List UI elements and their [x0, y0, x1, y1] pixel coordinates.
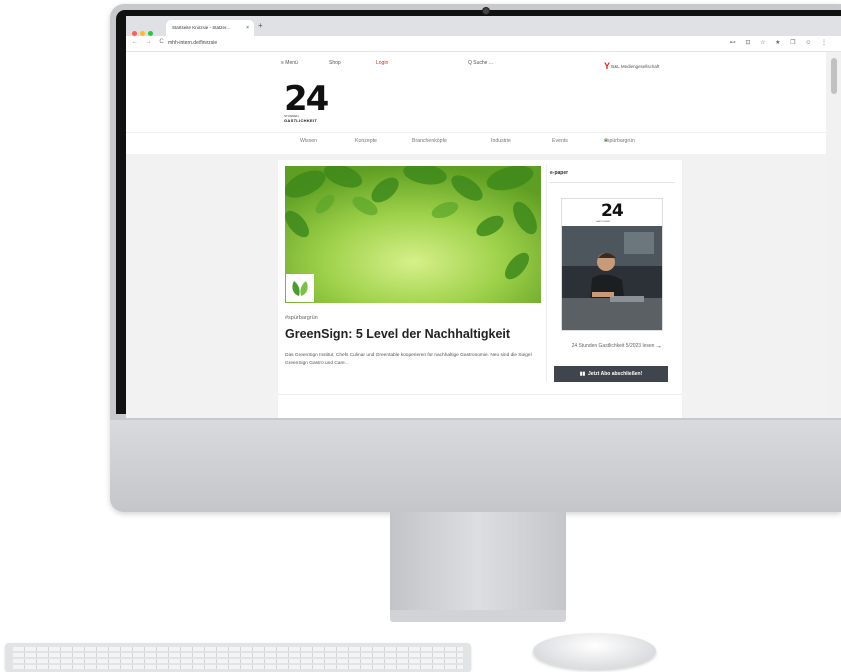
category-nav: Wissen Konzepte Branchenköpfe Industrie …	[126, 138, 826, 148]
nav-item-wissen[interactable]: Wissen	[300, 138, 317, 144]
site-logo[interactable]: 24 STUNDEN GASTLICHKEIT	[284, 82, 334, 128]
browser-tabbar: Startseite Knirzsie - Statzer... × +	[126, 16, 841, 36]
site-top-nav: ≡ Menü Shop Login Q Suche ...	[281, 60, 841, 72]
keyboard-row	[13, 665, 463, 669]
keyboard-row	[13, 647, 463, 651]
tab-title: Startseite Knirzsie - Statzer...	[172, 25, 231, 30]
article-headline[interactable]: GreenSign: 5 Level der Nachhaltigkeit	[285, 327, 510, 341]
article-hero-image[interactable]	[285, 166, 541, 303]
keyboard-row	[13, 653, 463, 657]
book-icon: ▮▮	[579, 371, 588, 377]
monitor-chin	[110, 420, 841, 512]
nav-item-industrie[interactable]: Industrie	[491, 138, 511, 144]
close-tab-icon[interactable]: ×	[246, 20, 249, 36]
scrollbar-track[interactable]	[826, 52, 841, 418]
browser-nav-buttons[interactable]: ← → C	[132, 39, 167, 45]
epaper-cover[interactable]: 24 GASTLICHKEIT	[561, 198, 663, 331]
new-tab-button[interactable]: +	[258, 21, 263, 30]
publisher-name: B&L Mediengesellschaft	[611, 64, 660, 69]
sidebar-divider	[546, 164, 547, 382]
content-bottom-rule	[278, 394, 682, 395]
nav-item-branchenkoepfe[interactable]: Branchenköpfe	[412, 138, 447, 144]
screen: Startseite Knirzsie - Statzer... × + ← →…	[126, 16, 841, 418]
search-field[interactable]: Q Suche ...	[468, 60, 493, 66]
article-teaser: Das GreenSign Institut, Chefs Culinar un…	[285, 353, 532, 366]
monitor-stand	[390, 512, 566, 612]
subscribe-button-label: Jetzt Abo abschließen!	[588, 371, 643, 377]
scrollbar-thumb[interactable]	[831, 58, 837, 94]
login-link[interactable]: Login	[376, 60, 388, 66]
shop-link[interactable]: Shop	[329, 60, 341, 66]
green-sign-badge	[286, 274, 314, 302]
sidebar-heading: e-paper	[550, 170, 569, 176]
epaper-caption[interactable]: 24 Stunden Gastlichkeit 5/2023 lesen →	[562, 343, 664, 350]
menu-button[interactable]: ≡ Menü	[281, 60, 298, 66]
epaper-caption-text: 24 Stunden Gastlichkeit 5/2023 lesen	[571, 343, 655, 349]
subscribe-button[interactable]: ▮▮ Jetzt Abo abschließen!	[554, 366, 668, 382]
arrow-right-icon: →	[655, 343, 662, 350]
cover-photo	[562, 226, 662, 330]
web-page: ≡ Menü Shop Login Q Suche ... Y B&L Medi…	[126, 52, 826, 418]
logo-number: 24	[284, 79, 329, 119]
monitor-stand-base	[390, 610, 566, 622]
keyboard-row	[13, 659, 463, 663]
camera-icon	[482, 7, 490, 15]
browser-extension-icons[interactable]: ⊷ ⊡ ☆ ★ ❐ ☺ ⋮	[730, 39, 831, 46]
url-field[interactable]: mhh-intern.de/finirzsie	[168, 40, 217, 46]
mouse	[533, 633, 656, 669]
nav-item-konzepte[interactable]: Konzepte	[355, 138, 377, 144]
cover-number: 24	[601, 201, 624, 221]
nav-item-events[interactable]: Events	[552, 138, 568, 144]
header-divider	[126, 132, 826, 133]
address-bar: ← → C mhh-intern.de/finirzsie ⊷ ⊡ ☆ ★ ❐ …	[126, 36, 841, 52]
sidebar-rule	[550, 182, 674, 183]
cover-subtitle: GASTLICHKEIT	[596, 221, 611, 223]
article-kicker[interactable]: #spürbargrün	[285, 315, 318, 321]
leaf-icon	[292, 281, 308, 296]
browser-tab[interactable]: Startseite Knirzsie - Statzer... ×	[166, 20, 254, 36]
publisher-logo[interactable]: Y B&L Mediengesellschaft	[604, 61, 659, 71]
keyboard	[5, 643, 471, 672]
nav-item-label: #spürbargrün	[604, 138, 635, 144]
bl-logo-icon: Y	[604, 61, 611, 71]
